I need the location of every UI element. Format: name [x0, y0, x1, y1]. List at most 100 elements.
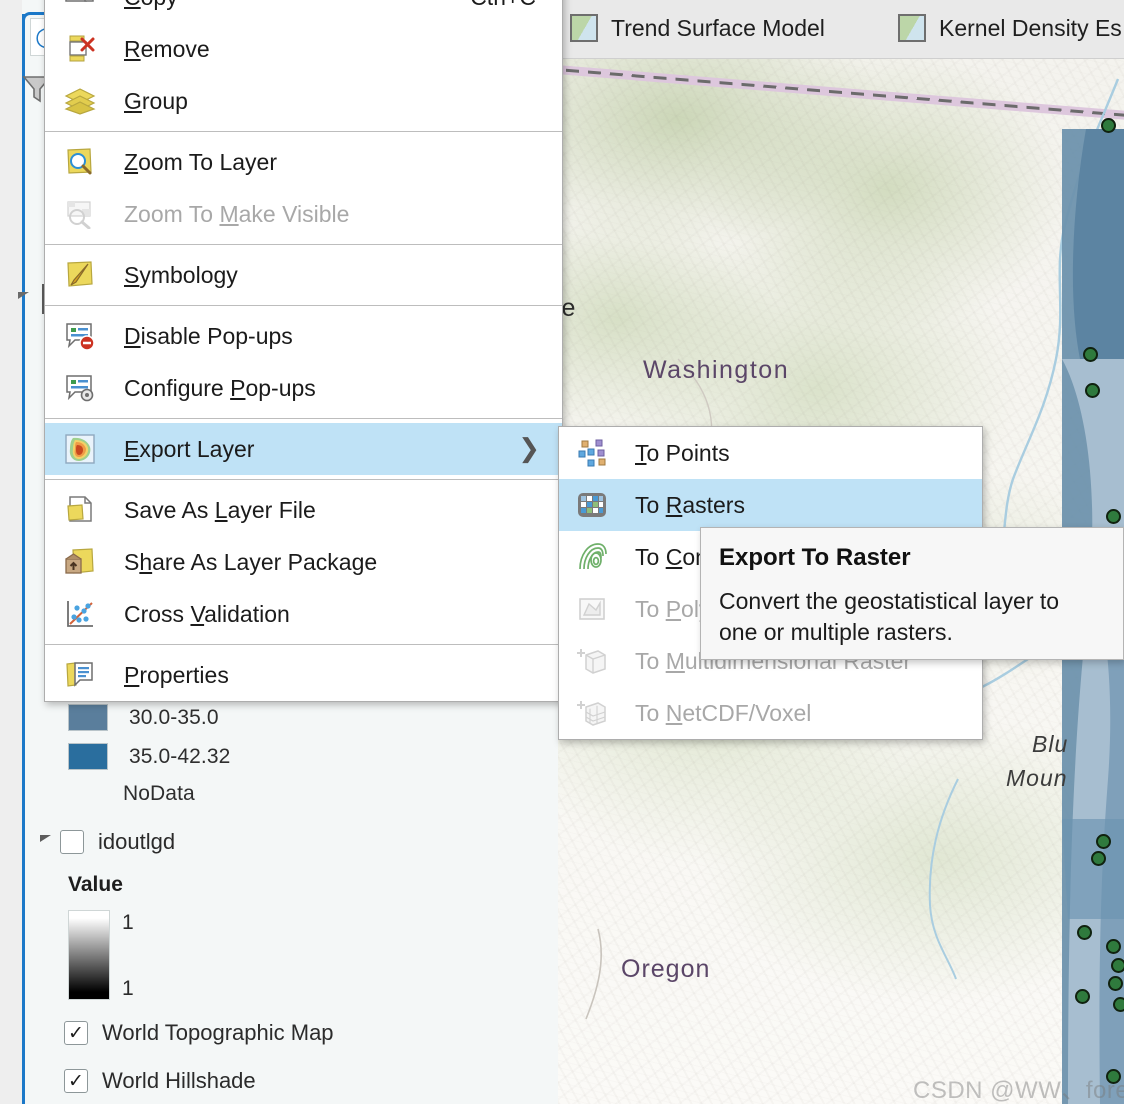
layer-label: World Hillshade [102, 1068, 256, 1093]
layer-row-idoutlgd[interactable]: idoutlgd [40, 829, 175, 855]
menu-item-label: Group [124, 87, 188, 114]
menu-item-label: Disable Pop-ups [124, 322, 293, 349]
map-label-blue-mountains-line2: Moun [1006, 765, 1068, 791]
to-netcdf-voxel-icon [575, 696, 609, 730]
layer-checkbox-world-hillshade[interactable]: ✓ [64, 1069, 88, 1093]
menu-item-label: Zoom To Make Visible [124, 200, 350, 227]
pane-left-strip [0, 0, 22, 1104]
menu-item-symbology[interactable]: Symbology [45, 249, 562, 301]
remove-layer-icon [63, 32, 97, 66]
legend-item: 35.0-42.32 [68, 743, 230, 770]
symbology-icon [63, 258, 97, 292]
tab-kernel-density-estimation[interactable]: Kernel Density Es [898, 14, 1122, 42]
submenu-item-to-netcdf-voxel: To NetCDF/Voxel [559, 687, 982, 739]
submenu-item-to-rasters[interactable]: To Rasters [559, 479, 982, 531]
sample-point[interactable] [1111, 958, 1124, 973]
sample-point[interactable] [1085, 383, 1100, 398]
map-view-icon [570, 14, 598, 42]
menu-item-save-as-layer-file[interactable]: Save As Layer File [45, 484, 562, 536]
layer-context-menu: Copy Ctrl+C Remove [44, 0, 563, 702]
zoom-make-visible-icon [63, 197, 97, 231]
legend-swatch [68, 704, 108, 731]
menu-item-accelerator: Ctrl+C [470, 0, 536, 11]
sample-point[interactable] [1101, 118, 1116, 133]
menu-separator [45, 418, 562, 419]
map-label-washington: Washington [643, 356, 790, 384]
to-multidimensional-raster-icon [575, 644, 609, 678]
sample-point[interactable] [1077, 925, 1092, 940]
tab-trend-surface-model[interactable]: Trend Surface Model [570, 14, 825, 42]
menu-item-label: Remove [124, 35, 210, 62]
collapse-triangle-icon[interactable] [18, 292, 29, 306]
menu-item-label: Configure Pop-ups [124, 374, 316, 401]
sample-point[interactable] [1091, 851, 1106, 866]
ramp-max-value: 1 [122, 911, 134, 934]
watermark: CSDN @WW、forever [913, 1077, 1124, 1104]
menu-separator [45, 305, 562, 306]
sample-point[interactable] [1113, 997, 1124, 1012]
pane-accent-border [22, 14, 25, 1104]
menu-item-zoom-to-make-visible: Zoom To Make Visible [45, 188, 562, 240]
layer-checkbox-idoutlgd[interactable] [60, 830, 84, 854]
layer-checkbox-world-topographic-map[interactable]: ✓ [64, 1021, 88, 1045]
sample-point[interactable] [1083, 347, 1098, 362]
properties-icon [63, 658, 97, 692]
save-layer-file-icon [63, 493, 97, 527]
tooltip-body: Convert the geostatistical layer to one … [719, 588, 1060, 645]
map-label-oregon: Oregon [621, 955, 711, 983]
menu-item-group[interactable]: Group [45, 75, 562, 127]
legend-item-nodata: NoData [68, 782, 195, 806]
menu-separator [45, 131, 562, 132]
to-points-icon [575, 436, 609, 470]
menu-item-configure-popups[interactable]: Configure Pop-ups [45, 362, 562, 414]
tooltip-title: Export To Raster [719, 544, 911, 571]
legend-item: 30.0-35.0 [68, 704, 219, 731]
menu-item-label: Cross Validation [124, 600, 290, 627]
expand-triangle-icon[interactable] [40, 835, 51, 849]
to-polygon-icon [575, 592, 609, 626]
menu-item-label: Zoom To Layer [124, 148, 277, 175]
sample-point[interactable] [1106, 939, 1121, 954]
menu-item-cross-validation[interactable]: Cross Validation [45, 588, 562, 640]
menu-separator [45, 244, 562, 245]
menu-item-copy[interactable]: Copy Ctrl+C [45, 0, 562, 23]
menu-item-properties[interactable]: Properties [45, 649, 562, 701]
sample-point[interactable] [1106, 509, 1121, 524]
menu-item-zoom-to-layer[interactable]: Zoom To Layer [45, 136, 562, 188]
menu-item-label: Properties [124, 661, 229, 688]
layer-label: idoutlgd [98, 829, 176, 854]
to-contour-icon [575, 540, 609, 574]
menu-item-label: Save As Layer File [124, 496, 316, 523]
zoom-to-layer-icon [63, 145, 97, 179]
layer-row-world-hillshade[interactable]: ✓ World Hillshade [64, 1068, 256, 1094]
chevron-right-icon: ❯ [518, 434, 540, 464]
share-layer-package-icon [63, 545, 97, 579]
submenu-item-label: To NetCDF/Voxel [635, 699, 812, 726]
menu-item-label: Copy [124, 0, 178, 11]
menu-item-remove[interactable]: Remove [45, 23, 562, 75]
menu-separator [45, 644, 562, 645]
sample-point[interactable] [1108, 976, 1123, 991]
sample-point[interactable] [1096, 834, 1111, 849]
sample-point[interactable] [1075, 989, 1090, 1004]
menu-item-label: Share As Layer Package [124, 548, 378, 575]
submenu-item-label: To Rasters [635, 491, 745, 518]
legend-label-nodata: NoData [123, 782, 195, 805]
legend-label: 30.0-35.0 [129, 705, 219, 729]
export-layer-icon [63, 432, 97, 466]
menu-separator [45, 479, 562, 480]
copy-icon [63, 0, 97, 14]
submenu-item-to-points[interactable]: To Points [559, 427, 982, 479]
menu-item-share-as-layer-package[interactable]: Share As Layer Package [45, 536, 562, 588]
layer-row-world-topographic-map[interactable]: ✓ World Topographic Map [64, 1020, 334, 1046]
legend-swatch [68, 743, 108, 770]
menu-item-disable-popups[interactable]: Disable Pop-ups [45, 310, 562, 362]
tab-label: Trend Surface Model [611, 14, 825, 41]
menu-item-export-layer[interactable]: Export Layer ❯ [45, 423, 562, 475]
disable-popups-icon [63, 319, 97, 353]
group-layers-icon [63, 84, 97, 118]
ramp-min-value: 1 [122, 977, 134, 1000]
tab-label: Kernel Density Es [939, 14, 1122, 41]
cross-validation-icon [63, 597, 97, 631]
submenu-item-label: To Points [635, 439, 730, 466]
